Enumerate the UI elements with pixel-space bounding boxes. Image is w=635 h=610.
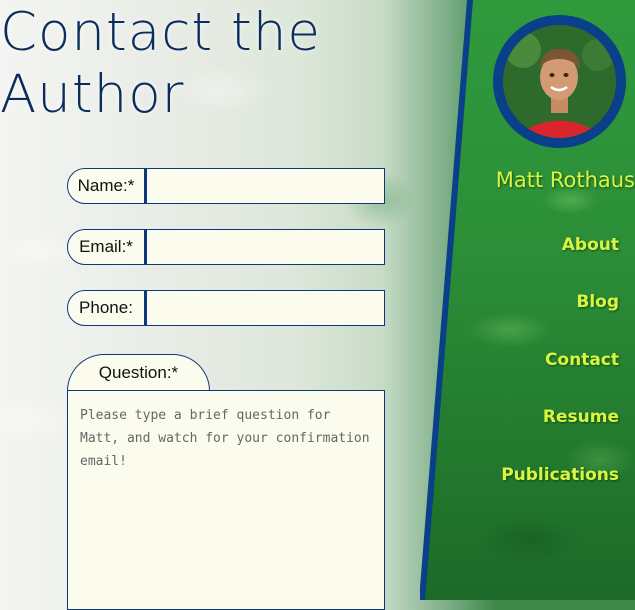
nav-resume[interactable]: Resume [543,407,619,427]
nav-blog[interactable]: Blog [576,292,619,312]
name-label: Name:* [67,168,145,204]
avatar [503,25,616,138]
question-textarea[interactable] [67,390,385,610]
nav-contact[interactable]: Contact [545,350,619,370]
author-photo-icon [503,25,616,138]
email-label: Email:* [67,229,145,265]
phone-input[interactable] [145,290,385,326]
phone-row: Phone: [67,290,385,328]
page-title-line-2: Author [0,64,185,125]
question-label: Question:* [67,354,210,391]
name-input[interactable] [145,168,385,204]
email-row: Email:* [67,229,385,267]
email-input[interactable] [145,229,385,265]
nav-publications[interactable]: Publications [501,465,619,485]
nav-about[interactable]: About [562,235,619,255]
name-row: Name:* [67,168,385,206]
page-title: Contact the Author [0,2,321,126]
page-title-line-1: Contact the [0,2,322,63]
author-name: Matt Rothaus [495,168,635,192]
phone-label: Phone: [67,290,145,326]
